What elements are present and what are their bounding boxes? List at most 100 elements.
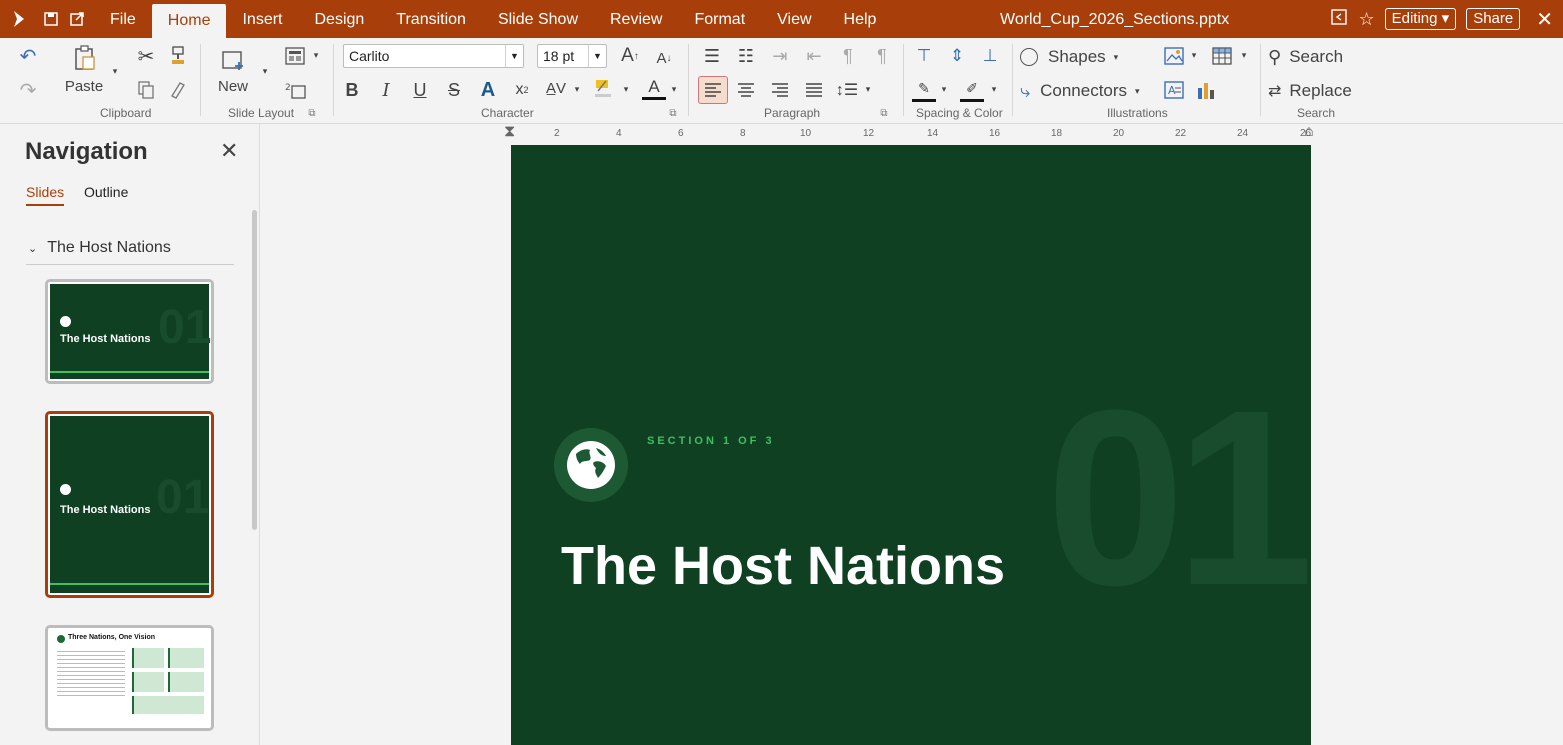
image-icon[interactable] — [1162, 44, 1186, 68]
section-number[interactable]: 01 — [1046, 373, 1311, 623]
font-name-select[interactable]: Carlito ▼ — [343, 44, 524, 68]
close-window-icon[interactable]: ✕ — [1536, 7, 1553, 32]
new-slide-dropdown-icon[interactable]: ▾ — [258, 64, 272, 78]
paste-icon[interactable] — [70, 44, 100, 72]
italic-icon[interactable]: I — [374, 78, 398, 102]
ribbon-toolbar: ↶ ↷ Paste ▾ ✂ Clipboard New ▾ ▾ 2 Slide … — [0, 38, 1563, 124]
font-name-dropdown-icon[interactable]: ▼ — [505, 45, 523, 67]
layout-dropdown-icon[interactable]: ▾ — [309, 48, 323, 62]
font-size-select[interactable]: 18 pt ▼ — [537, 44, 607, 68]
open-external-icon[interactable] — [64, 0, 90, 38]
menu-transition[interactable]: Transition — [380, 0, 482, 38]
increase-indent-icon[interactable]: ⇥ — [768, 44, 792, 68]
align-bottom-icon[interactable]: ⊥ — [978, 44, 1002, 68]
menu-format[interactable]: Format — [678, 0, 761, 38]
format-painter-icon[interactable] — [166, 44, 190, 68]
search-button[interactable]: ⚲ Search — [1268, 44, 1368, 70]
paste-button[interactable]: Paste — [64, 76, 104, 96]
ltr-paragraph-icon[interactable]: ¶ — [870, 44, 894, 68]
character-launcher-icon[interactable]: ⧉ — [667, 106, 679, 120]
paste-dropdown-icon[interactable]: ▾ — [108, 64, 122, 78]
globe-badge[interactable] — [554, 428, 628, 502]
share-button[interactable]: Share — [1466, 8, 1521, 30]
menu-insert[interactable]: Insert — [226, 0, 298, 38]
outline-color-dropdown-icon[interactable]: ▾ — [988, 82, 1000, 96]
text-shadow-icon[interactable]: A — [476, 78, 500, 102]
editing-mode-button[interactable]: Editing ▾ — [1384, 8, 1457, 30]
align-top-icon[interactable]: ⊤ — [912, 44, 936, 68]
paragraph-launcher-icon[interactable]: ⧉ — [878, 106, 890, 120]
menu-help[interactable]: Help — [828, 0, 893, 38]
shapes-button[interactable]: Shapes ▾ — [1020, 44, 1130, 70]
close-navigation-icon[interactable]: ✕ — [220, 138, 238, 164]
svg-text:A: A — [1168, 84, 1176, 97]
save-icon[interactable] — [38, 0, 64, 38]
table-icon[interactable] — [1210, 44, 1234, 68]
strikethrough-icon[interactable]: S — [442, 78, 466, 102]
section-label[interactable]: SECTION 1 OF 3 — [647, 435, 775, 447]
replace-button[interactable]: ⇄ Replace — [1268, 78, 1368, 104]
menu-file[interactable]: File — [94, 0, 152, 38]
line-spacing-icon[interactable]: ↕☰ — [834, 78, 860, 102]
line-spacing-dropdown-icon[interactable]: ▾ — [862, 82, 874, 96]
favorite-star-icon[interactable]: ☆ — [1358, 9, 1374, 30]
tab-slides[interactable]: Slides — [26, 184, 65, 206]
bold-icon[interactable]: B — [340, 78, 364, 102]
menu-slide-show[interactable]: Slide Show — [482, 0, 594, 38]
ruler-tick: 10 — [800, 128, 812, 139]
new-slide-button[interactable]: New — [214, 76, 252, 96]
slide-canvas[interactable]: 01 SECTION 1 OF 3 The Host Nations — [511, 145, 1311, 745]
sidebar-toggle-icon[interactable] — [1330, 8, 1348, 31]
align-center-icon[interactable] — [734, 78, 758, 102]
text-box-icon[interactable]: A — [1162, 78, 1186, 102]
align-right-icon[interactable] — [768, 78, 792, 102]
menu-design[interactable]: Design — [298, 0, 380, 38]
chart-icon[interactable] — [1194, 78, 1218, 102]
fill-color-icon[interactable]: ✎ — [912, 78, 936, 102]
menu-view[interactable]: View — [761, 0, 827, 38]
rtl-paragraph-icon[interactable]: ¶ — [836, 44, 860, 68]
highlight-dropdown-icon[interactable]: ▾ — [620, 82, 632, 96]
fill-color-dropdown-icon[interactable]: ▾ — [938, 82, 950, 96]
align-middle-icon[interactable]: ⇕ — [945, 44, 969, 68]
slide-title[interactable]: The Host Nations — [561, 535, 1005, 597]
layout-icon[interactable] — [283, 44, 307, 68]
cut-icon[interactable]: ✂ — [134, 44, 158, 68]
character-spacing-icon[interactable]: A̲V — [541, 76, 571, 100]
slide-thumbnail-2[interactable]: The Host Nations 01 — [45, 411, 214, 598]
slide-thumbnail-3[interactable]: Three Nations, One Vision — [45, 625, 214, 731]
menu-review[interactable]: Review — [594, 0, 678, 38]
redo-icon[interactable]: ↷ — [16, 78, 40, 102]
font-color-dropdown-icon[interactable]: ▾ — [668, 82, 680, 96]
shrink-font-icon[interactable]: A ↓ — [652, 46, 676, 70]
slide-thumbnail-1[interactable]: The Host Nations 01 — [45, 279, 214, 384]
justify-icon[interactable] — [802, 78, 826, 102]
font-size-dropdown-icon[interactable]: ▼ — [588, 45, 606, 67]
font-color-icon[interactable]: A — [642, 76, 666, 100]
grow-font-icon[interactable]: A ↑ — [618, 44, 642, 68]
image-dropdown-icon[interactable]: ▾ — [1188, 48, 1200, 62]
table-dropdown-icon[interactable]: ▾ — [1238, 48, 1250, 62]
superscript-icon[interactable]: x2 — [510, 78, 534, 102]
menu-home[interactable]: Home — [151, 4, 227, 38]
undo-icon[interactable]: ↶ — [16, 44, 40, 68]
section-icon[interactable]: 2 — [283, 78, 307, 102]
character-spacing-dropdown-icon[interactable]: ▾ — [571, 82, 583, 96]
new-slide-icon[interactable] — [218, 46, 248, 74]
copy-icon[interactable] — [134, 78, 158, 102]
left-indent-marker-icon[interactable]: ⧗ — [504, 123, 515, 141]
connectors-button[interactable]: ⤷ Connectors ▾ — [1020, 78, 1160, 104]
tab-outline[interactable]: Outline — [84, 184, 128, 200]
underline-icon[interactable]: U — [408, 78, 432, 102]
outline-color-icon[interactable]: ✐ — [960, 78, 984, 102]
decrease-indent-icon[interactable]: ⇤ — [802, 44, 826, 68]
right-indent-marker-icon[interactable]: ⌂ — [1304, 123, 1314, 141]
highlight-color-icon[interactable] — [590, 76, 616, 100]
numbering-icon[interactable]: ☷ — [734, 44, 758, 68]
section-header[interactable]: ⌄ The Host Nations — [28, 239, 171, 257]
slide-layout-launcher-icon[interactable]: ⧉ — [306, 106, 318, 120]
clear-format-icon[interactable] — [166, 78, 190, 102]
bullets-icon[interactable]: ☰ — [700, 44, 724, 68]
navigation-scrollbar[interactable] — [252, 210, 257, 530]
align-left-icon[interactable] — [698, 76, 728, 104]
